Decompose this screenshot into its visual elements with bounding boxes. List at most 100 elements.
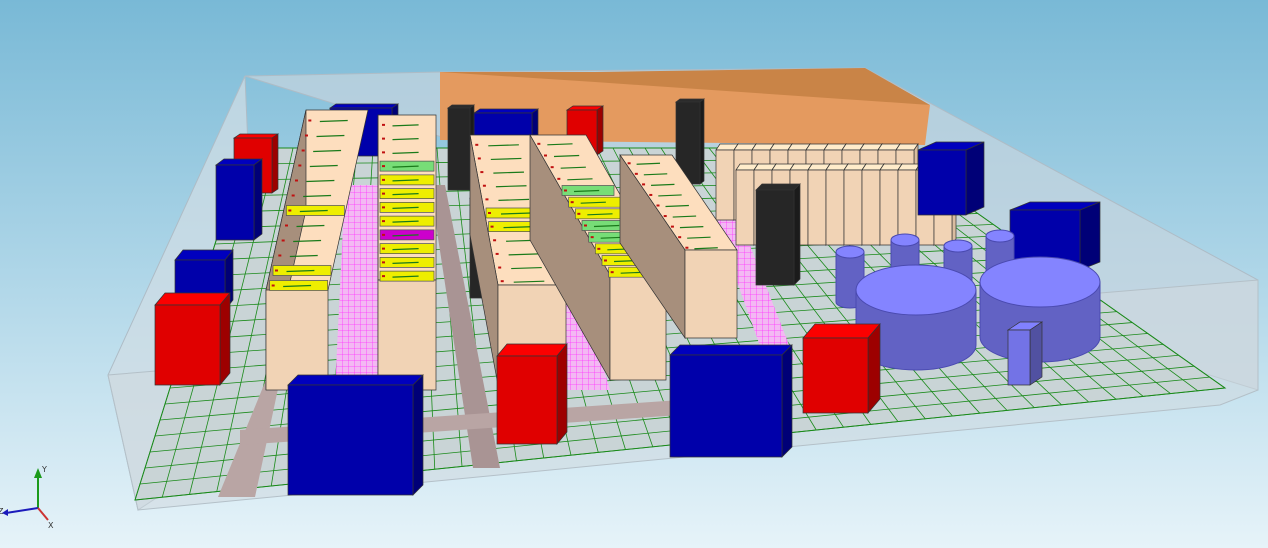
axis-z-label: Z bbox=[0, 507, 4, 516]
rack-row-3-indicator-6 bbox=[485, 198, 489, 201]
rack-row-3-indicator-9 bbox=[477, 157, 481, 160]
crac-front-2-side bbox=[867, 323, 881, 414]
rack-row-4-indicator-10 bbox=[544, 154, 547, 157]
chiller-riser-1-front bbox=[1007, 329, 1031, 386]
pdu-back-1-top bbox=[328, 103, 400, 109]
rack-row-4-indicator-0 bbox=[610, 271, 614, 274]
rack-row-2-indicator-7 bbox=[382, 178, 385, 181]
column-black-2-top bbox=[674, 98, 706, 103]
datacenter-scene[interactable]: Y Z X bbox=[0, 0, 1268, 548]
pdu-right-1-front bbox=[917, 149, 967, 216]
pdu-right-1[interactable] bbox=[917, 141, 985, 216]
pdu-left-2-top bbox=[174, 249, 234, 261]
rack-row-2-indicator-6 bbox=[382, 192, 385, 195]
chiller-riser-1-side bbox=[1029, 321, 1043, 386]
rack-row-1-indicator-7 bbox=[295, 179, 298, 182]
pdu-left-1[interactable] bbox=[214, 158, 264, 241]
cabinet-front-row-4-front bbox=[807, 169, 827, 246]
rack-row-2-indicator-3 bbox=[382, 233, 385, 236]
rack-row-3-indicator-8 bbox=[480, 171, 484, 174]
column-black-4-side bbox=[793, 183, 801, 286]
crac-left-2-front bbox=[154, 304, 221, 386]
rack-row-5-indicator-6 bbox=[642, 183, 646, 186]
column-black-2-side bbox=[699, 98, 705, 185]
pdu-front-2-front bbox=[669, 354, 783, 458]
column-black-4-top bbox=[755, 183, 801, 191]
rack-row-1-indicator-11 bbox=[308, 119, 312, 122]
rack-row-1-indicator-9 bbox=[301, 149, 305, 152]
rack-row-3-indicator-4 bbox=[490, 225, 494, 228]
rack-row-3-indicator-3 bbox=[493, 239, 497, 242]
rack-row-5-front bbox=[684, 249, 738, 339]
rack-row-5-indicator-4 bbox=[656, 204, 660, 207]
cabinet-front-row-0-front bbox=[735, 169, 755, 246]
crac-front-1[interactable] bbox=[496, 343, 568, 445]
rack-row-2-indicator-0 bbox=[382, 275, 385, 278]
chiller-riser-1[interactable] bbox=[1006, 321, 1044, 386]
rack-row-2-indicator-5 bbox=[382, 206, 385, 209]
rack-row-2[interactable] bbox=[377, 114, 437, 391]
pdu-front-2-side bbox=[781, 344, 793, 458]
crac-left-2-side bbox=[219, 292, 231, 386]
pdu-front-1-top bbox=[287, 374, 424, 386]
rack-row-4-indicator-3 bbox=[590, 236, 594, 239]
rack-row-3-indicator-2 bbox=[495, 252, 499, 255]
rack-row-5-indicator-7 bbox=[634, 172, 638, 175]
rack-row-4-indicator-8 bbox=[557, 177, 561, 180]
rack-row-2-indicator-9 bbox=[382, 151, 385, 154]
rack-row-4-indicator-2 bbox=[597, 247, 601, 250]
rack-row-5-indicator-1 bbox=[678, 236, 682, 239]
crac-left-2-top bbox=[154, 292, 231, 306]
rack-row-5-indicator-0 bbox=[685, 246, 689, 249]
pdu-front-1[interactable] bbox=[287, 374, 424, 496]
rack-row-5-indicator-3 bbox=[663, 215, 667, 218]
rack-row-2-indicator-1 bbox=[382, 261, 385, 264]
rack-row-4-indicator-9 bbox=[550, 166, 554, 169]
chiller-pipe-3-top bbox=[943, 239, 973, 253]
rack-row-4-indicator-11 bbox=[537, 142, 541, 145]
pdu-right-2-side bbox=[1079, 201, 1101, 271]
pdu-back-2-top bbox=[472, 108, 540, 114]
crac-front-1-side bbox=[556, 343, 568, 445]
chiller-pipe-2-top bbox=[890, 233, 920, 247]
rack-row-1-indicator-6 bbox=[291, 194, 295, 197]
chiller-tank-2-top bbox=[979, 256, 1101, 308]
chiller-tank-1-top bbox=[855, 264, 977, 316]
pdu-left-1-front bbox=[215, 164, 255, 241]
rack-row-4-indicator-1 bbox=[604, 259, 607, 262]
chiller-pipe-1-top bbox=[835, 245, 865, 259]
3d-viewport[interactable]: Y Z X bbox=[0, 0, 1268, 548]
column-black-4[interactable] bbox=[755, 183, 801, 286]
rack-row-4-indicator-5 bbox=[577, 212, 581, 215]
crac-front-2[interactable] bbox=[802, 323, 881, 414]
cabinet-front-row-7-front bbox=[861, 169, 881, 246]
axis-triad: Y Z X bbox=[0, 465, 54, 530]
rack-row-5-indicator-2 bbox=[670, 225, 674, 228]
rack-row-2-front bbox=[377, 279, 437, 391]
rack-row-5-indicator-8 bbox=[627, 162, 631, 165]
rack-row-1-indicator-1 bbox=[275, 269, 278, 272]
crac-back-1-side bbox=[596, 105, 604, 156]
crac-front-1-top bbox=[496, 343, 568, 357]
pdu-right-1-side bbox=[965, 141, 985, 216]
rack-row-2-indicator-8 bbox=[382, 165, 385, 168]
rack-row-2-indicator-11 bbox=[382, 123, 385, 126]
axis-x-label: X bbox=[48, 521, 54, 530]
rack-row-1-indicator-8 bbox=[298, 164, 302, 167]
rack-row-2-indicator-10 bbox=[382, 137, 385, 140]
pdu-front-2[interactable] bbox=[669, 344, 793, 458]
column-black-4-front bbox=[755, 189, 795, 286]
pdu-front-2-top bbox=[669, 344, 793, 356]
rack-row-3-indicator-5 bbox=[488, 212, 491, 214]
crac-left-2[interactable] bbox=[154, 292, 231, 386]
pdu-front-1-side bbox=[412, 374, 424, 496]
crac-front-2-top bbox=[802, 323, 881, 339]
chiller-pipe-4-top bbox=[985, 229, 1015, 243]
rack-row-2-indicator-4 bbox=[382, 220, 385, 223]
rack-row-3-indicator-7 bbox=[482, 184, 486, 187]
crac-left-1-side bbox=[271, 133, 279, 194]
cabinet-front-row-8-front bbox=[879, 169, 899, 246]
axis-y-label: Y bbox=[41, 465, 47, 474]
rack-row-2-indicator-2 bbox=[382, 247, 385, 250]
rack-row-4-indicator-4 bbox=[584, 224, 587, 227]
